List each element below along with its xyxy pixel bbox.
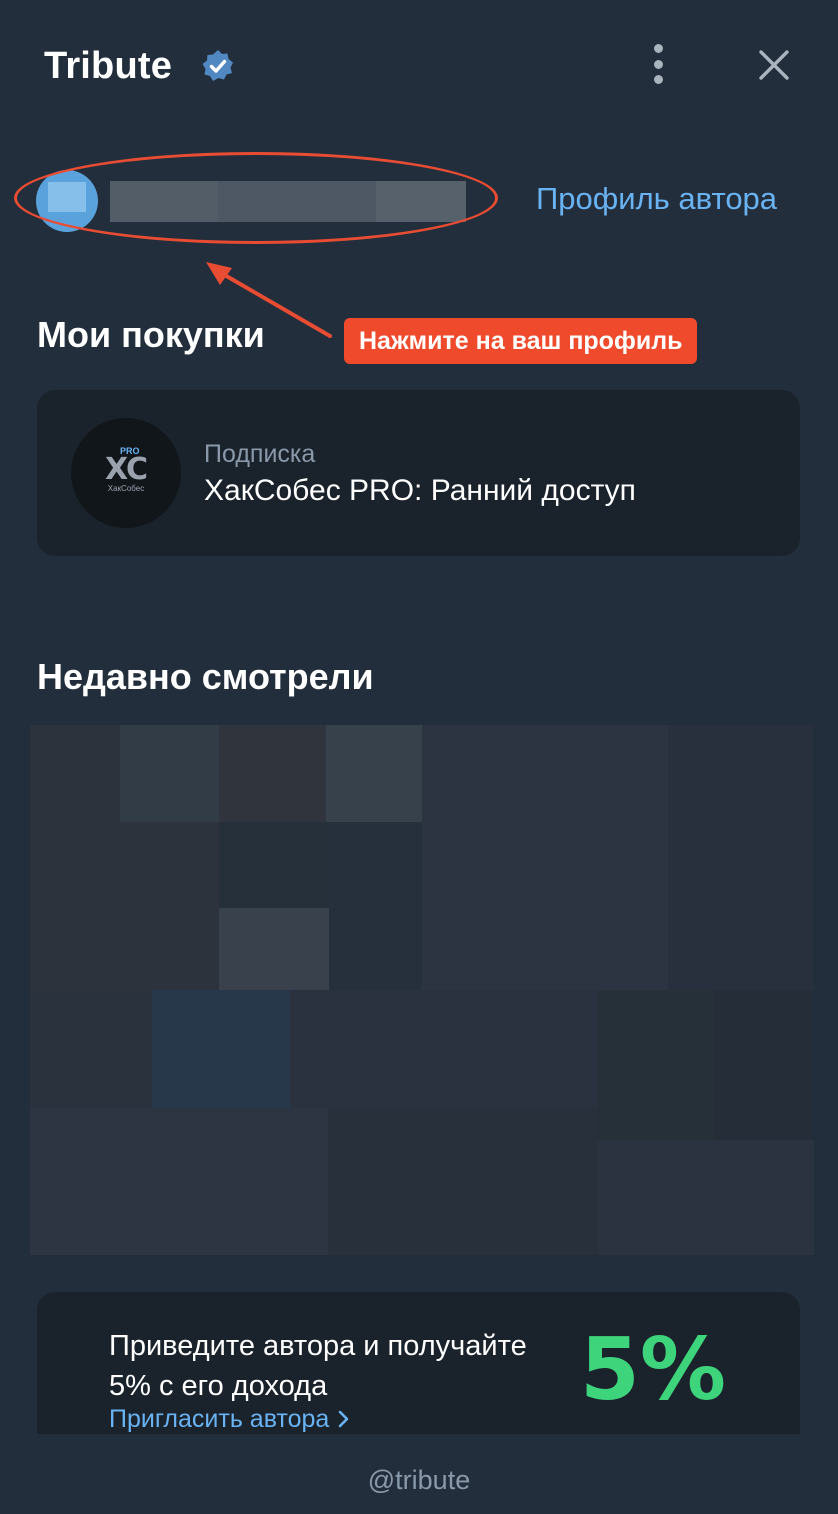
section-title-recent: Недавно смотрели (37, 656, 374, 697)
profile-highlight-ring (14, 152, 498, 244)
footer-handle[interactable]: @tribute (0, 1460, 838, 1500)
logo-caption: ХакСобес (107, 484, 145, 493)
referral-card[interactable]: Приведите автора и получайте 5% с его до… (37, 1292, 800, 1434)
author-profile-link[interactable]: Профиль автора (536, 178, 777, 220)
chevron-right-icon (339, 1410, 349, 1428)
recent-items-redacted[interactable] (30, 725, 814, 1255)
product-logo: PRO XC ХакСобес (71, 418, 181, 528)
referral-text: Приведите автора и получайте 5% с его до… (109, 1330, 527, 1402)
invite-author-label: Пригласить автора (109, 1405, 330, 1433)
close-icon[interactable] (752, 43, 796, 87)
verified-badge-icon (202, 50, 233, 81)
product-type: Подписка (204, 440, 316, 468)
product-name: ХакСобес PRO: Ранний доступ (204, 474, 636, 507)
more-vertical-icon[interactable] (642, 42, 674, 86)
logo-mark: XC (104, 452, 148, 487)
app-title: Tribute (44, 45, 173, 87)
referral-percent: 5% (580, 1320, 727, 1420)
annotation-callout: Нажмите на ваш профиль (344, 318, 698, 364)
section-title-purchases: Мои покупки (37, 314, 265, 355)
invite-author-link[interactable]: Пригласить автора (109, 1404, 351, 1434)
purchase-card[interactable]: PRO XC ХакСобес Подписка ХакСобес PRO: Р… (37, 390, 800, 556)
